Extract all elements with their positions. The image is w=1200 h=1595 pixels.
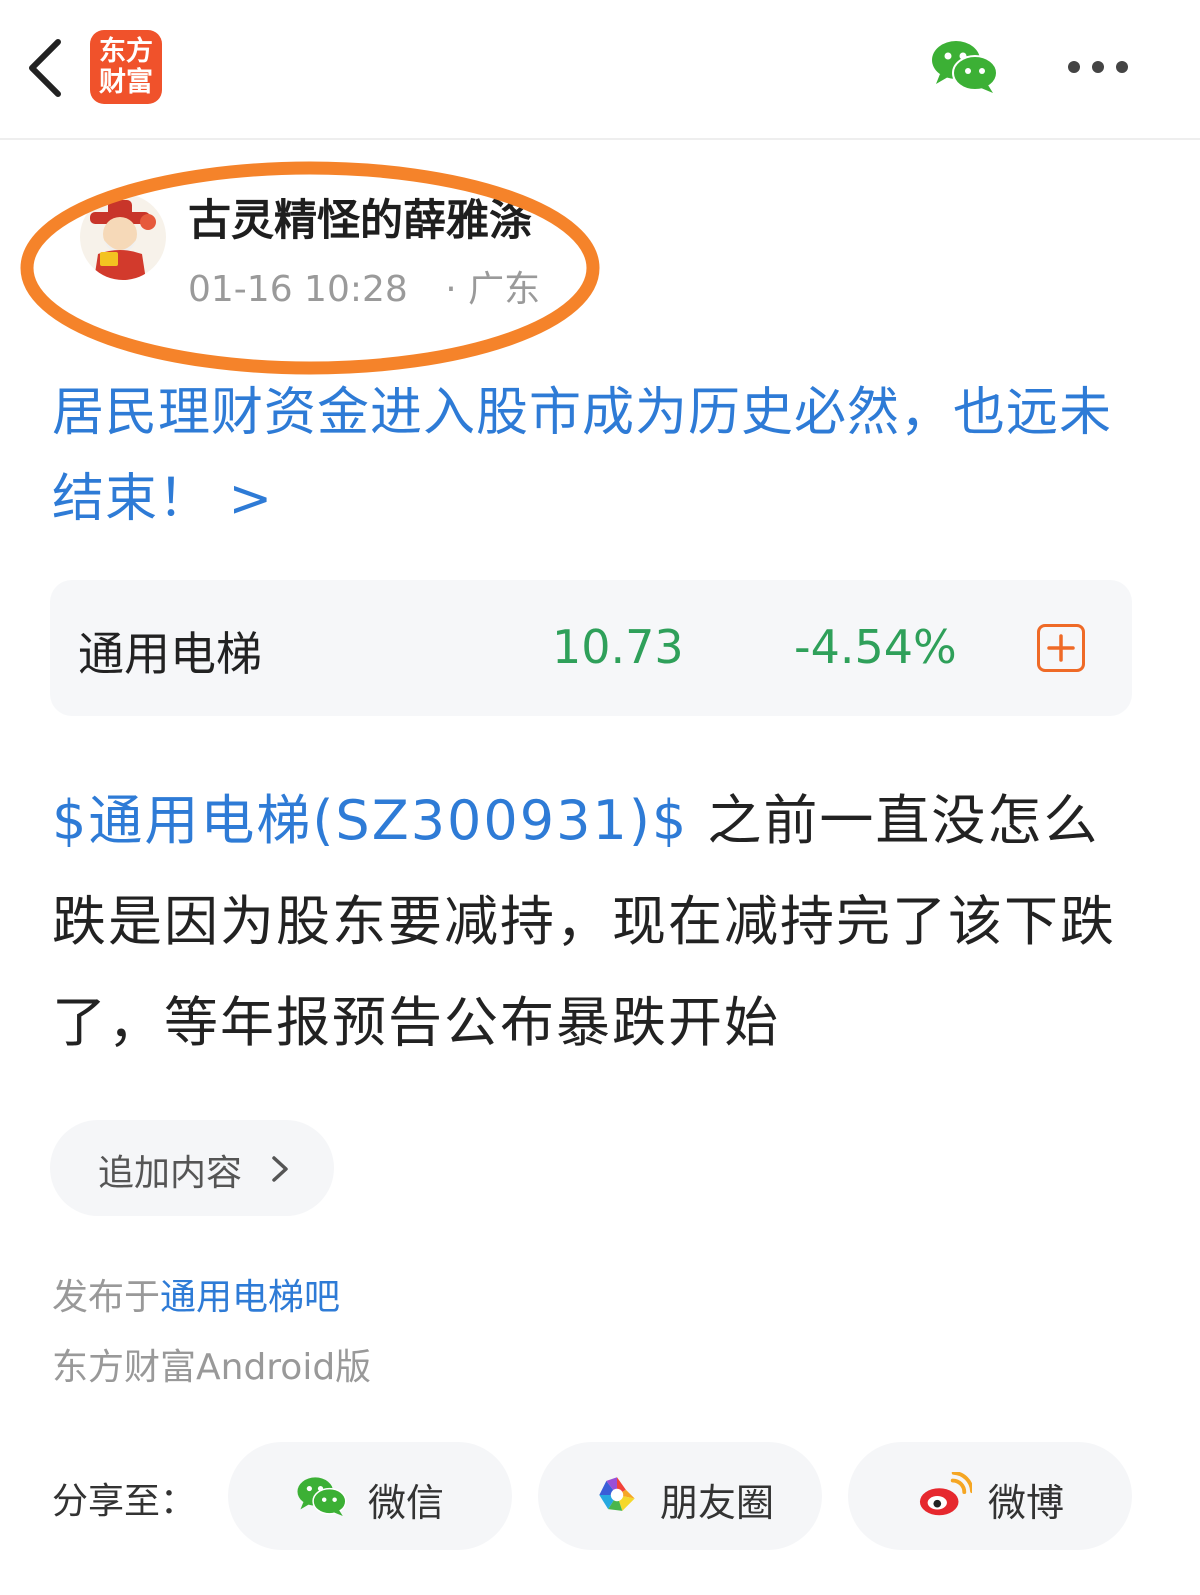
chevron-right-icon	[272, 1156, 288, 1182]
wechat-icon	[932, 41, 998, 93]
weibo-icon	[919, 1472, 972, 1516]
post-body: $通用电梯(SZ300931)$ 之前一直没怎么跌是因为股东要减持，现在减持完了…	[52, 770, 1147, 1073]
client-source: 东方财富Android版	[52, 1347, 372, 1388]
stock-name: 通用电梯	[78, 627, 262, 681]
post-time: 01-16 10:28	[188, 269, 408, 310]
share-weibo-button[interactable]: 微博	[848, 1442, 1132, 1550]
post-meta: 01-16 10:28 · 广东	[188, 260, 540, 312]
logo-text-bottom: 财富	[99, 67, 153, 98]
post-location: · 广东	[445, 269, 541, 310]
logo-text-top: 东方	[99, 36, 153, 67]
share-moments-label: 朋友圈	[660, 1481, 775, 1525]
wechat-share-button[interactable]	[930, 38, 1000, 94]
back-button[interactable]	[22, 36, 72, 100]
share-wechat-label: 微信	[368, 1481, 445, 1525]
avatar[interactable]	[80, 194, 166, 280]
share-label: 分享至：	[52, 1481, 197, 1522]
app-logo: 东方 财富	[90, 30, 162, 104]
share-weibo-label: 微博	[988, 1481, 1065, 1525]
back-icon	[29, 39, 61, 97]
moments-icon	[599, 1477, 635, 1511]
add-icon	[1047, 634, 1075, 662]
more-icon	[1068, 61, 1080, 73]
forum-link[interactable]: 通用电梯吧	[160, 1277, 340, 1318]
stock-change: -4.54%	[794, 620, 957, 674]
stock-price: 10.73	[552, 620, 684, 674]
share-wechat-button[interactable]: 微信	[228, 1442, 512, 1550]
share-moments-button[interactable]: 朋友圈	[538, 1442, 822, 1550]
add-to-watchlist-button[interactable]	[1037, 624, 1085, 672]
posted-in-prefix: 发布于	[52, 1277, 161, 1318]
stock-quote-card[interactable]: 通用电梯 10.73 -4.54%	[50, 580, 1132, 716]
top-bar: 东方 财富	[0, 0, 1200, 140]
append-content-button[interactable]: 追加内容	[50, 1120, 334, 1216]
avatar-image	[90, 200, 156, 280]
more-icon	[1092, 61, 1104, 73]
wechat-icon	[297, 1477, 347, 1517]
posted-in: 发布于通用电梯吧	[52, 1268, 340, 1320]
append-content-label: 追加内容	[98, 1153, 243, 1194]
author-name[interactable]: 古灵精怪的薛雅涤	[188, 186, 532, 248]
more-icon	[1116, 61, 1128, 73]
stock-link[interactable]: $通用电梯(SZ300931)$	[52, 789, 688, 852]
more-button[interactable]	[1066, 58, 1130, 78]
headline-link[interactable]: 居民理财资金进入股市成为历史必然，也远未结束！ >	[52, 370, 1142, 542]
